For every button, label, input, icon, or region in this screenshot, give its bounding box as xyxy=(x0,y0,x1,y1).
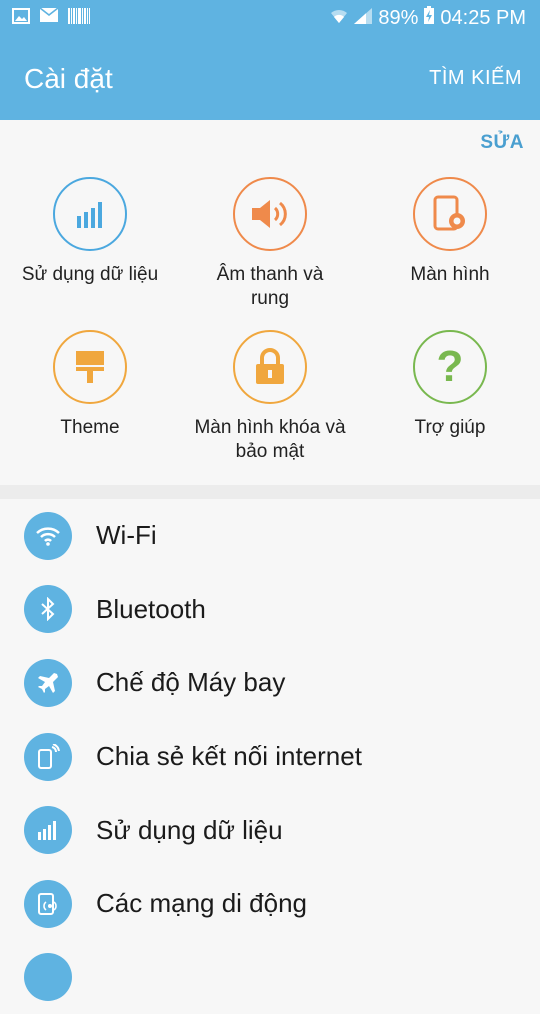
quick-item-display[interactable]: Màn hình xyxy=(360,177,540,287)
section-divider xyxy=(0,485,540,499)
bluetooth-icon xyxy=(24,585,72,634)
quick-item-help[interactable]: ? Trợ giúp xyxy=(360,330,540,440)
list-item-bluetooth[interactable]: Bluetooth xyxy=(0,573,540,647)
quick-item-sound[interactable]: Âm thanh và rung xyxy=(180,177,360,311)
wifi-signal-icon xyxy=(330,7,348,30)
list-item-airplane-mode[interactable]: Chế độ Máy bay xyxy=(0,646,540,720)
quick-item-label: Màn hình xyxy=(410,264,490,285)
lock-icon xyxy=(233,330,307,404)
status-bar: 89% 04:25 PM xyxy=(0,0,540,36)
edit-button[interactable]: SỬA xyxy=(480,132,524,154)
settings-list: Wi-Fi Bluetooth Chế độ Máy bay Chia sẻ k… xyxy=(0,499,540,1014)
list-item-mobile-networks[interactable]: Các mạng di động xyxy=(0,867,540,941)
app-bar: Cài đặt TÌM KIẾM xyxy=(0,36,540,120)
airplane-icon xyxy=(24,658,72,707)
list-item-data-usage[interactable]: Sử dụng dữ liệu xyxy=(0,793,540,867)
quick-item-label: Trợ giúp xyxy=(414,417,486,438)
wifi-icon xyxy=(24,511,72,560)
mail-notification-icon xyxy=(39,7,59,24)
data-usage-icon xyxy=(53,177,127,251)
tethering-icon xyxy=(24,732,72,781)
mobile-network-icon xyxy=(24,879,72,928)
data-usage-icon xyxy=(24,806,72,855)
quick-item-label: Âm thanh và rung xyxy=(216,264,324,309)
list-item-label: Chế độ Máy bay xyxy=(96,667,286,698)
quick-item-theme[interactable]: Theme xyxy=(0,330,180,440)
speaker-icon xyxy=(233,177,307,251)
battery-percent: 89% xyxy=(378,6,419,29)
cell-signal-icon xyxy=(354,7,373,30)
list-item-label: Wi-Fi xyxy=(96,520,157,551)
list-item-partial[interactable] xyxy=(0,941,540,1014)
gallery-notification-icon xyxy=(12,8,30,24)
page-title: Cài đặt xyxy=(24,63,113,94)
quick-item-label: Màn hình khóa và bảo mật xyxy=(194,417,346,462)
barcode-notification-icon xyxy=(68,8,90,24)
list-item-tethering[interactable]: Chia sẻ kết nối internet xyxy=(0,720,540,794)
list-item-label: Bluetooth xyxy=(96,593,206,624)
battery-charging-icon xyxy=(424,6,435,30)
search-button[interactable]: TÌM KIẾM xyxy=(429,67,522,90)
quick-settings: SỬA Sử dụng dữ liệu Âm thanh và rung Màn… xyxy=(0,120,540,485)
list-item-label: Sử dụng dữ liệu xyxy=(96,814,283,845)
list-item-label: Các mạng di động xyxy=(96,888,308,919)
theme-brush-icon xyxy=(53,330,127,404)
list-item-wifi[interactable]: Wi-Fi xyxy=(0,499,540,573)
list-item-label: Chia sẻ kết nối internet xyxy=(96,741,362,772)
clock: 04:25 PM xyxy=(440,6,526,29)
quick-item-data-usage[interactable]: Sử dụng dữ liệu xyxy=(0,177,180,287)
partial-list-icon xyxy=(24,953,72,1002)
quick-item-label: Theme xyxy=(60,417,120,438)
quick-item-lock-security[interactable]: Màn hình khóa và bảo mật xyxy=(180,330,360,464)
help-icon: ? xyxy=(413,330,487,404)
display-icon xyxy=(413,177,487,251)
quick-item-label: Sử dụng dữ liệu xyxy=(21,264,159,285)
